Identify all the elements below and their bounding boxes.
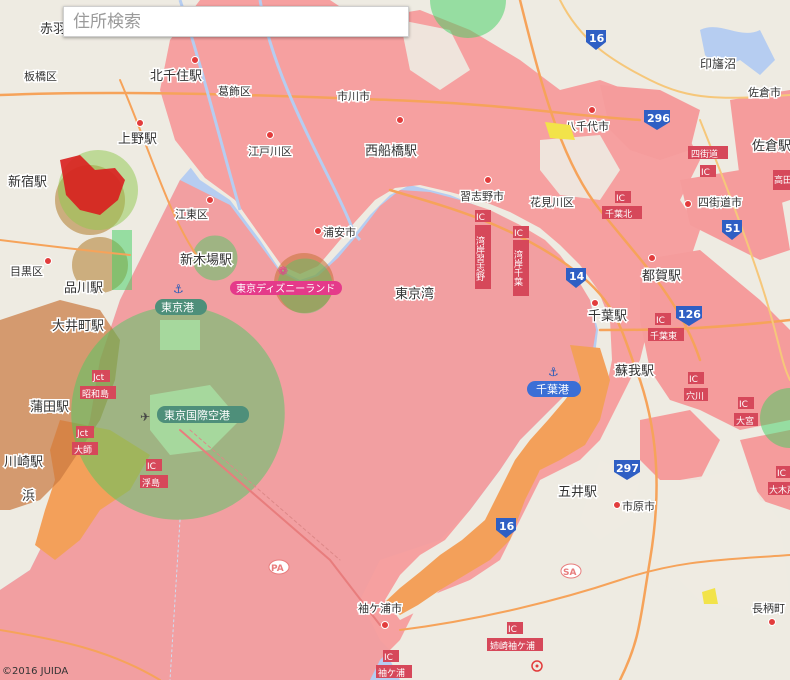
ic-badge[interactable]: 四街道 xyxy=(688,146,728,160)
svg-text:湾岸千葉: 湾岸千葉 xyxy=(512,249,523,287)
svg-text:大師: 大師 xyxy=(74,444,92,456)
svg-text:Jct: Jct xyxy=(92,373,105,383)
place-label: 川崎駅 xyxy=(4,455,43,470)
place-label: 蘇我駅 xyxy=(615,364,654,379)
svg-text:SA: SA xyxy=(563,568,576,578)
place-label: 東京湾 xyxy=(395,286,434,302)
svg-text:IC: IC xyxy=(689,375,698,385)
svg-text:Jct: Jct xyxy=(76,429,89,439)
place-label: 浦安市 xyxy=(323,225,356,239)
place-label: 蒲田駅 xyxy=(30,400,69,415)
svg-text:297: 297 xyxy=(616,462,639,475)
place-label: 印旛沼 xyxy=(700,56,736,71)
anchor-icon: ⚓ xyxy=(548,365,559,379)
svg-text:穴川: 穴川 xyxy=(686,390,704,402)
svg-text:IC: IC xyxy=(777,469,786,479)
port-label: 千葉港 xyxy=(536,382,569,396)
svg-text:袖ケ浦: 袖ケ浦 xyxy=(378,667,405,679)
restriction-strip-shibaura xyxy=(112,230,132,290)
place-label: 品川駅 xyxy=(64,281,103,296)
address-search-input[interactable] xyxy=(64,7,408,36)
place-label: 長柄町 xyxy=(752,602,785,615)
place-label: 上野駅 xyxy=(118,132,157,147)
svg-text:大宮: 大宮 xyxy=(736,415,754,427)
svg-text:IC: IC xyxy=(508,625,517,635)
place-label: 新木場駅 xyxy=(180,252,232,268)
place-label: 江戸川区 xyxy=(248,145,292,158)
airplane-icon: ✈ xyxy=(140,410,150,424)
svg-text:296: 296 xyxy=(647,112,670,125)
svg-text:高田: 高田 xyxy=(774,174,790,186)
place-label: 市川市 xyxy=(337,89,370,103)
place-label: 袖ケ浦市 xyxy=(358,601,402,615)
svg-text:IC: IC xyxy=(384,653,393,663)
route-shield-pa: PA xyxy=(268,559,290,575)
place-label: 目黒区 xyxy=(10,265,43,278)
port-label: 東京港 xyxy=(161,300,194,314)
place-label: 佐倉駅 xyxy=(752,139,790,154)
place-label: 市原市 xyxy=(622,499,655,513)
svg-text:16: 16 xyxy=(499,520,515,533)
svg-text:14: 14 xyxy=(569,270,585,283)
ic-badge[interactable]: IC 湾岸習志野 xyxy=(474,210,491,289)
svg-text:四街道: 四街道 xyxy=(691,148,718,160)
port-label: 東京ディズニーランド xyxy=(236,282,335,295)
svg-text:16: 16 xyxy=(589,32,605,45)
place-label: 新宿駅 xyxy=(8,174,47,190)
svg-text:51: 51 xyxy=(725,222,740,235)
svg-text:IC: IC xyxy=(739,400,748,410)
place-label: 江東区 xyxy=(175,208,208,221)
attribution: ©2016 JUIDA xyxy=(2,666,69,677)
ic-badge[interactable]: IC 湾岸千葉 xyxy=(512,226,529,296)
anchor-icon: ⚓ xyxy=(173,282,184,296)
place-label: 浜 xyxy=(22,489,35,504)
svg-text:126: 126 xyxy=(678,308,701,321)
svg-text:姉崎袖ケ浦: 姉崎袖ケ浦 xyxy=(490,640,535,652)
svg-text:IC: IC xyxy=(476,213,485,223)
route-shield-sa: SA xyxy=(560,563,582,579)
place-label: 四街道市 xyxy=(698,195,742,209)
place-label: 五井駅 xyxy=(558,485,597,500)
ic-badge[interactable]: 高田 xyxy=(773,170,790,190)
odaiba-area xyxy=(160,320,200,350)
svg-text:IC: IC xyxy=(701,168,710,178)
place-label: 北千住駅 xyxy=(150,69,202,84)
map-canvas[interactable]: 赤羽 北千住駅 板橋区 葛飾区 市川市 上野駅 江戸川区 西船橋駅 新宿駅 江東… xyxy=(0,0,790,680)
svg-text:IC: IC xyxy=(616,194,625,204)
attraction-icon: ❁ xyxy=(278,264,288,278)
svg-text:PA: PA xyxy=(271,564,284,574)
svg-text:千葉北: 千葉北 xyxy=(605,208,632,220)
place-label: 西船橋駅 xyxy=(365,144,417,159)
place-label: 習志野市 xyxy=(460,189,504,203)
place-label: 千葉駅 xyxy=(588,309,627,324)
svg-text:湾岸習志野: 湾岸習志野 xyxy=(474,235,485,281)
svg-text:浮島: 浮島 xyxy=(142,477,160,489)
svg-text:昭和島: 昭和島 xyxy=(82,388,109,400)
place-label: 花見川区 xyxy=(530,196,574,209)
place-label: 板橋区 xyxy=(24,69,57,83)
port-label: 東京国際空港 xyxy=(164,408,230,422)
place-label: 葛飾区 xyxy=(218,85,251,98)
ic-badge[interactable]: IC xyxy=(700,165,716,178)
svg-text:千葉東: 千葉東 xyxy=(650,330,677,342)
place-label: 佐倉市 xyxy=(748,85,781,99)
svg-text:IC: IC xyxy=(147,462,156,472)
svg-text:大木戸: 大木戸 xyxy=(769,484,790,496)
address-search-box[interactable] xyxy=(63,6,409,37)
place-label: 大井町駅 xyxy=(52,319,104,334)
place-label: 都賀駅 xyxy=(642,269,681,284)
svg-text:IC: IC xyxy=(514,229,523,239)
svg-text:IC: IC xyxy=(656,316,665,326)
